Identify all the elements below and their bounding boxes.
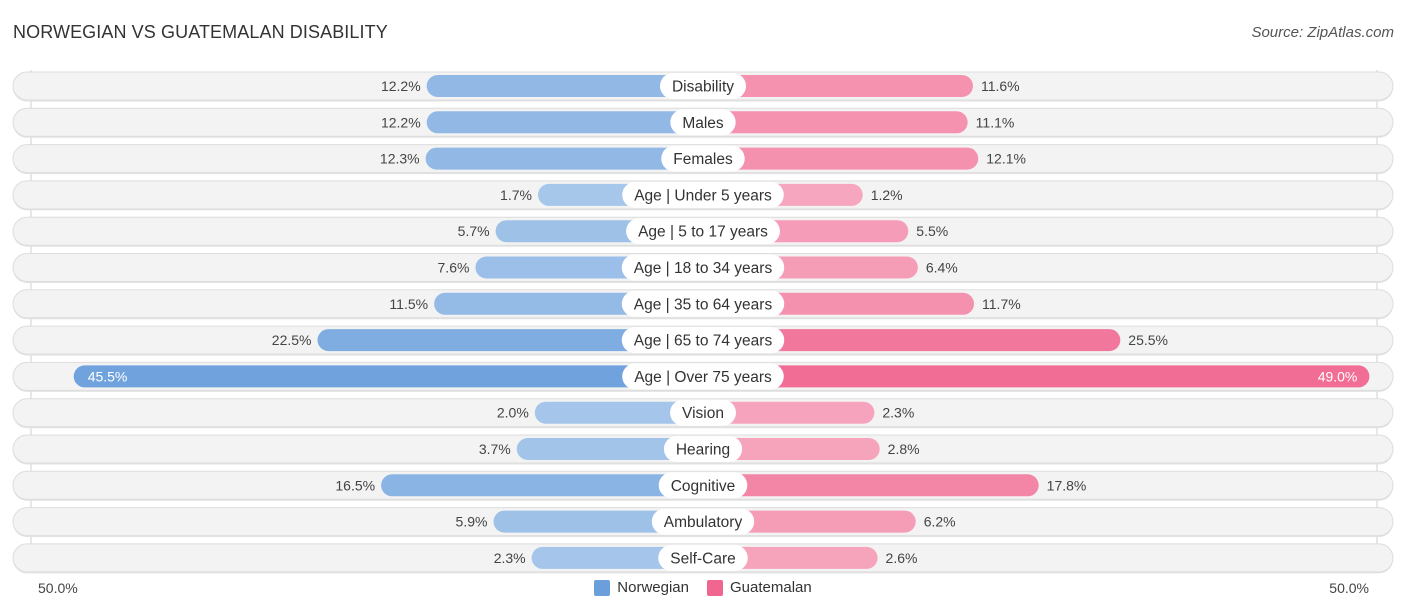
legend-item-norwegian[interactable]: Norwegian: [594, 579, 689, 596]
bar-guatemalan[interactable]: [703, 474, 1039, 497]
value-label-guatemalan: 11.6%: [981, 78, 1020, 94]
chart-row: 12.3% 12.1% Females: [12, 144, 1394, 175]
bar-norwegian[interactable]: [426, 111, 703, 134]
chart-row: 12.2% 11.6% Disability: [12, 71, 1394, 102]
value-label-guatemalan: 6.4%: [926, 260, 958, 276]
bar-norwegian[interactable]: [73, 365, 703, 388]
value-label-guatemalan: 6.2%: [924, 514, 956, 530]
legend-swatch-guatemalan: [707, 579, 723, 596]
chart-row: 45.5% 49.0% Age | Over 75 years: [12, 361, 1394, 392]
value-label-guatemalan: 2.3%: [882, 405, 914, 421]
chart-row: 3.7% 2.8% Hearing: [12, 434, 1394, 465]
chart-row: 16.5% 17.8% Cognitive: [12, 470, 1394, 501]
value-label-norwegian: 12.3%: [380, 151, 420, 167]
value-label-norwegian: 11.5%: [389, 296, 428, 312]
bar-guatemalan[interactable]: [703, 111, 968, 134]
value-label-norwegian: 2.3%: [494, 550, 526, 566]
bar-norwegian[interactable]: [381, 474, 703, 497]
value-label-guatemalan: 2.8%: [888, 441, 920, 457]
value-label-guatemalan: 49.0%: [1318, 368, 1358, 384]
value-label-guatemalan: 11.7%: [982, 296, 1021, 312]
legend-label-guatemalan: Guatemalan: [730, 579, 812, 596]
category-label: Cognitive: [671, 478, 736, 495]
value-label-guatemalan: 12.1%: [986, 151, 1026, 167]
chart-row: 22.5% 25.5% Age | 65 to 74 years: [12, 325, 1394, 356]
category-label: Age | Under 5 years: [634, 187, 772, 204]
legend-item-guatemalan[interactable]: Guatemalan: [707, 579, 812, 596]
category-label: Age | 35 to 64 years: [634, 296, 773, 313]
diverging-bar-chart: 12.2% 11.6% Disability 12.2% 11.1% Males 12.3%…: [12, 70, 1394, 574]
chart-row: 7.6% 6.4% Age | 18 to 34 years: [12, 253, 1394, 283]
value-label-norwegian: 7.6%: [438, 260, 470, 276]
category-label: Vision: [682, 405, 724, 422]
bar-guatemalan[interactable]: [703, 365, 1370, 388]
category-label: Age | 18 to 34 years: [634, 260, 773, 277]
value-label-norwegian: 3.7%: [479, 441, 511, 457]
value-label-norwegian: 5.9%: [456, 514, 488, 530]
chart-row: 5.7% 5.5% Age | 5 to 17 years: [12, 216, 1394, 247]
chart-row: 12.2% 11.1% Males: [12, 107, 1394, 138]
chart-row: 1.7% 1.2% Age | Under 5 years: [12, 180, 1394, 211]
category-label: Self-Care: [670, 550, 735, 567]
value-label-norwegian: 5.7%: [458, 223, 490, 239]
chart-row: 5.9% 6.2% Ambulatory: [12, 507, 1394, 538]
chart-row: 11.5% 11.7% Age | 35 to 64 years: [12, 289, 1394, 320]
legend-swatch-norwegian: [594, 579, 611, 596]
chart-row: 2.3% 2.6% Self-Care: [12, 543, 1394, 574]
value-label-guatemalan: 25.5%: [1128, 332, 1168, 348]
category-label: Males: [682, 115, 724, 132]
legend: Norwegian Guatemalan: [0, 579, 1406, 596]
legend-label-norwegian: Norwegian: [617, 579, 689, 596]
value-label-guatemalan: 11.1%: [976, 114, 1015, 130]
category-label: Females: [673, 151, 733, 168]
value-label-guatemalan: 2.6%: [886, 550, 918, 566]
value-label-norwegian: 16.5%: [335, 477, 375, 493]
category-label: Age | 65 to 74 years: [634, 333, 773, 350]
value-label-guatemalan: 5.5%: [916, 223, 948, 239]
category-label: Age | Over 75 years: [634, 369, 772, 386]
value-label-norwegian: 12.2%: [381, 114, 421, 130]
category-label: Age | 5 to 17 years: [638, 224, 768, 241]
value-label-norwegian: 45.5%: [88, 368, 128, 384]
value-label-norwegian: 1.7%: [500, 187, 532, 203]
value-label-guatemalan: 17.8%: [1047, 477, 1087, 493]
value-label-norwegian: 2.0%: [497, 405, 529, 421]
category-label: Disability: [672, 79, 734, 96]
value-label-norwegian: 12.2%: [381, 78, 421, 94]
chart-row: 2.0% 2.3% Vision: [12, 398, 1394, 429]
category-label: Ambulatory: [664, 514, 743, 531]
value-label-guatemalan: 1.2%: [871, 187, 903, 203]
value-label-norwegian: 22.5%: [272, 332, 312, 348]
category-label: Hearing: [676, 442, 730, 459]
